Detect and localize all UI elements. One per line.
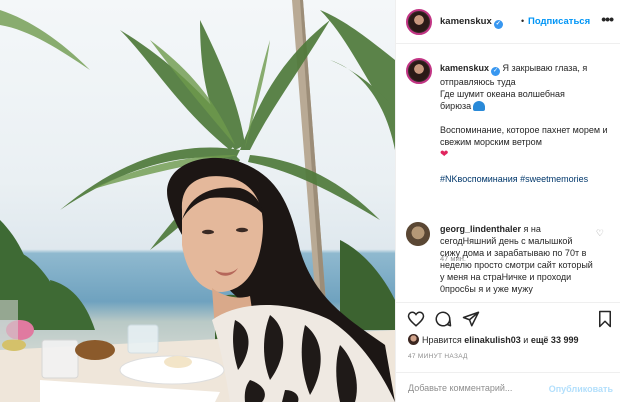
caption-line-2: Где шумит океана волшебная — [440, 89, 565, 99]
verified-badge-icon: ✓ — [493, 20, 503, 29]
heart-icon[interactable] — [407, 310, 425, 328]
follow-button[interactable]: Подписаться — [528, 16, 590, 27]
liker-avatar — [408, 334, 419, 345]
more-options-icon[interactable]: ••• — [601, 11, 614, 27]
post-timestamp[interactable]: 47 МИНУТ НАЗАД — [408, 353, 468, 360]
comment-input[interactable] — [408, 380, 543, 396]
post-actions-bar — [396, 302, 620, 336]
comment-like-icon[interactable]: ♡ — [596, 228, 604, 239]
author-avatar[interactable] — [406, 9, 432, 35]
likes-count[interactable]: ещё 33 999 — [531, 335, 579, 345]
caption-author-username[interactable]: kamenskux — [440, 63, 489, 73]
verified-badge-icon: ✓ — [491, 67, 501, 76]
post-details-panel: kamenskux ✓ • Подписаться ••• kamenskux ✓ … — [395, 0, 620, 402]
bookmark-icon[interactable] — [597, 310, 613, 328]
post-photo-illustration — [0, 0, 395, 402]
likes-summary: Нравится elinakulish03 и ещё 33 999 — [408, 334, 578, 345]
red-heart-emoji-icon: ❤ — [440, 149, 449, 160]
liker-username[interactable]: elinakulish03 — [464, 335, 521, 345]
add-comment-bar: Опубликовать — [396, 372, 620, 402]
caption-paragraph-2: Воспоминание, которое пахнет морем и све… — [440, 125, 608, 160]
post-photo[interactable] — [0, 0, 395, 402]
post-header: kamenskux ✓ • Подписаться ••• — [396, 0, 620, 44]
wave-emoji-icon — [473, 101, 486, 111]
commenter-username[interactable]: georg_lindenthaler — [440, 224, 521, 234]
caption-line-3: бирюза — [440, 101, 472, 111]
author-username[interactable]: kamenskux ✓ — [440, 16, 503, 29]
publish-button[interactable]: Опубликовать — [549, 384, 613, 394]
commenter-avatar[interactable] — [406, 222, 430, 246]
comment-body: я на сегодНяшний день с малышкой сижу до… — [440, 224, 593, 294]
separator-dot: • — [521, 16, 525, 26]
caption-hashtags[interactable]: #NKвоспоминания #sweetmemories — [440, 173, 616, 185]
caption-author-avatar[interactable] — [406, 58, 432, 84]
share-icon[interactable] — [462, 310, 480, 328]
comment-text: georg_lindenthaler я на сегодНяшний день… — [440, 223, 594, 295]
comment-icon[interactable] — [434, 310, 452, 328]
caption-text: kamenskux ✓ Я закрываю глаза, я отправляю… — [440, 62, 616, 185]
